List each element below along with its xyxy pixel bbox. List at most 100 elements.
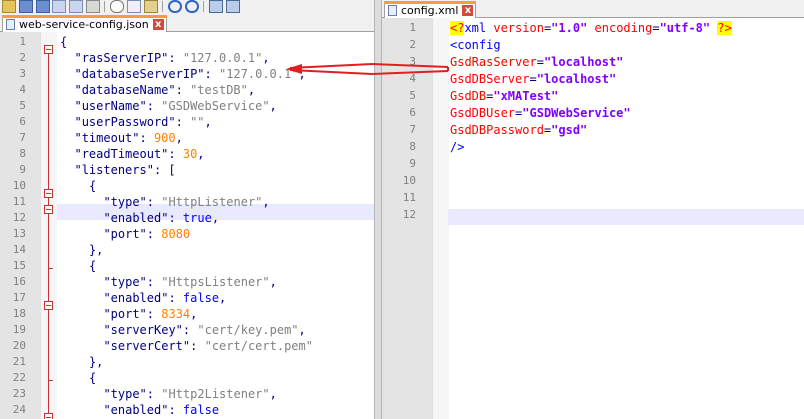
code-token: GsdDBUser [450, 106, 516, 120]
code-line: /> [450, 139, 464, 155]
code-token: "testDB" [190, 83, 248, 97]
code-line: { [89, 370, 96, 386]
line-number: 12 [12, 211, 26, 224]
code-token: /> [450, 140, 465, 154]
toolbar-separator [203, 1, 204, 12]
line-number: 19 [12, 323, 26, 336]
code-token: : [168, 51, 183, 65]
code-token: "timeout" [74, 131, 140, 145]
code-line: "enabled": false, [103, 290, 226, 306]
xml-editor[interactable]: 1 <?xml version="1.0" encoding="utf-8" ?>… [382, 18, 804, 419]
save-icon[interactable] [19, 0, 33, 13]
line-number: 18 [12, 307, 26, 320]
code-line: "port": 8080 [103, 226, 190, 242]
code-token: "utf-8" [659, 21, 711, 35]
line-number: 21 [12, 355, 26, 368]
left-editor-pane: web-service-config.json x 1 {2 "rasServerI… [0, 0, 374, 419]
fold-collapse-icon[interactable] [44, 205, 53, 214]
code-token: "userPassword" [74, 115, 176, 129]
find-icon[interactable] [209, 0, 223, 13]
tab-active-indicator [2, 15, 167, 18]
code-token: : [146, 227, 162, 241]
code-line: GsdDB="xMATest" [450, 88, 558, 104]
close-tab-icon[interactable]: x [152, 19, 164, 30]
code-token: : [168, 211, 183, 225]
code-token: "HttpListener" [161, 195, 263, 209]
code-token: : [190, 339, 205, 353]
code-line: }, [89, 354, 103, 370]
tab-config-xml[interactable]: config.xml x [384, 1, 477, 18]
close-file-icon[interactable] [52, 0, 66, 13]
code-line: "userName": "GSDWebService", [74, 98, 276, 114]
code-token: "127.0.0.1" [182, 51, 263, 65]
code-token: GsdRasServer [450, 55, 537, 69]
line-number: 5 [19, 99, 26, 112]
code-token: }, [88, 355, 104, 369]
code-token: }, [88, 243, 104, 257]
right-editor-pane: config.xml x 1 <?xml version = "1.0" encodi… [382, 0, 804, 419]
code-line: GsdDBUser="GSDWebService" [450, 105, 631, 121]
line-number: 20 [12, 339, 26, 352]
replace-icon[interactable] [226, 0, 240, 13]
code-line: "serverKey": "cert/key.pem", [103, 322, 305, 338]
line-number: 1 [409, 21, 416, 34]
redo-icon[interactable] [185, 0, 199, 13]
code-token: "readTimeout" [74, 147, 169, 161]
code-token: , [262, 195, 270, 209]
line-number: 9 [409, 157, 416, 170]
line-number: 3 [19, 67, 26, 80]
code-token: "type" [103, 387, 147, 401]
code-token: , [269, 387, 277, 401]
code-line: "databaseName": "testDB", [74, 82, 255, 98]
code-token: { [88, 179, 97, 193]
fold-collapse-icon[interactable] [44, 413, 53, 419]
file-icon [6, 19, 15, 30]
code-token: "cert/key.pem" [197, 323, 299, 337]
toolbar-separator [104, 1, 105, 12]
line-number: 7 [19, 131, 26, 144]
tab-web-service-config-json[interactable]: web-service-config.json x [2, 15, 167, 32]
code-token: : [139, 131, 154, 145]
code-line: "rasServerIP": "127.0.0.1", [74, 50, 269, 66]
code-token: <config [450, 38, 501, 52]
code-token: 30 [182, 147, 198, 161]
code-token: , [219, 291, 227, 305]
fold-collapse-icon[interactable] [44, 189, 53, 198]
code-line: { [60, 34, 67, 50]
code-token: "port" [103, 227, 147, 241]
code-token: false [182, 403, 220, 417]
save-all-icon[interactable] [36, 0, 50, 13]
code-token: : [146, 275, 162, 289]
undo-icon[interactable] [168, 0, 182, 13]
code-line: "enabled": true, [103, 210, 219, 226]
pane-splitter[interactable] [374, 0, 382, 419]
line-number: 8 [409, 140, 416, 153]
code-token: "type" [103, 195, 147, 209]
code-line: { [89, 258, 96, 274]
json-editor[interactable]: 1 {2 "rasServerIP": "127.0.0.1", 3 "database… [0, 32, 374, 419]
code-token: "cert/cert.pem" [204, 339, 313, 353]
code-line: GsdDBPassword="gsd" [450, 122, 587, 138]
fold-collapse-icon[interactable] [44, 301, 53, 310]
close-tab-icon[interactable]: x [462, 5, 474, 16]
code-line: GsdDBServer="localhost" [450, 71, 616, 87]
line-number: 11 [12, 195, 26, 208]
code-token: , [269, 99, 277, 113]
code-line: "serverCert": "cert/cert.pem" [103, 338, 313, 354]
fold-collapse-icon[interactable] [44, 45, 53, 54]
code-token: { [88, 371, 97, 385]
print-icon[interactable] [86, 0, 100, 13]
line-number: 13 [12, 227, 26, 240]
code-token: 8334 [161, 307, 191, 321]
open-folder-icon[interactable] [2, 0, 16, 13]
line-number: 8 [19, 147, 26, 160]
code-token: = [529, 72, 537, 86]
cut-icon[interactable] [110, 0, 124, 13]
code-token: xml [464, 21, 494, 35]
close-all-icon[interactable] [69, 0, 83, 13]
code-token: , [298, 67, 306, 81]
code-token: "HttpsListener" [161, 275, 270, 289]
paste-icon[interactable] [144, 0, 158, 13]
code-token: "port" [103, 307, 147, 321]
copy-icon[interactable] [127, 0, 141, 13]
